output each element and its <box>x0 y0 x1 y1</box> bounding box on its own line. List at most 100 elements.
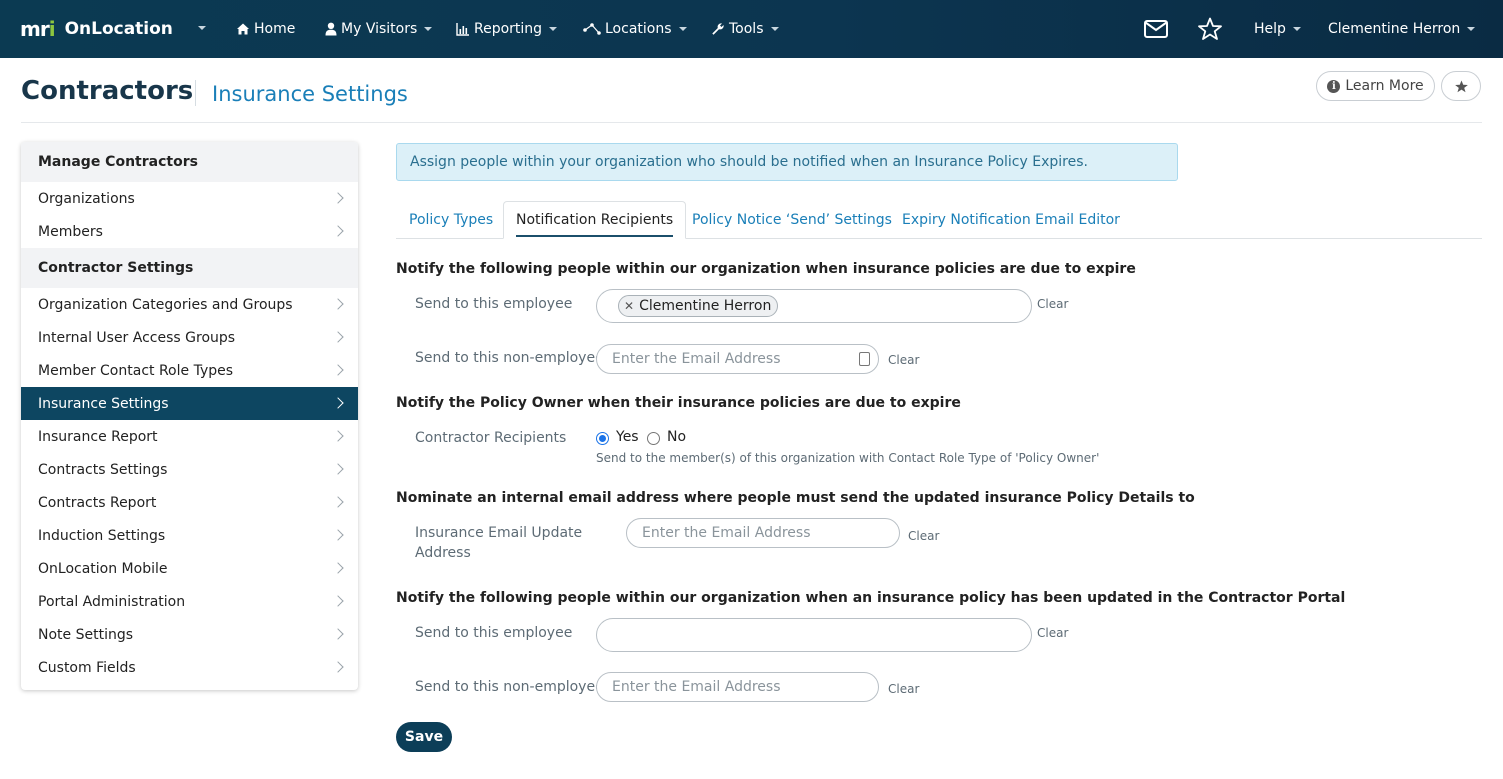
non-employee-email-input[interactable]: Enter the Email Address <box>596 344 879 374</box>
send-to-employee-label: Send to this employee <box>415 296 573 312</box>
nav-my-visitors[interactable]: My Visitors <box>325 19 433 39</box>
send-to-non-employee-label: Send to this non-employee <box>415 350 604 366</box>
radio-yes-label[interactable]: Yes <box>616 429 639 445</box>
sidebar: Manage Contractors Organizations Members… <box>21 142 358 690</box>
chevron-right-icon <box>332 298 344 310</box>
sidebar-item-members[interactable]: Members <box>21 215 358 248</box>
section-heading-expiry-employees: Notify the following people within our o… <box>396 261 1136 277</box>
sidebar-section-manage-contractors: Manage Contractors <box>21 142 358 182</box>
chevron-right-icon <box>332 562 344 574</box>
insurance-email-update-label: Insurance Email Update Address <box>415 525 583 561</box>
radio-yes[interactable] <box>596 432 609 445</box>
info-icon: i <box>1327 79 1341 93</box>
insurance-email-update-input[interactable]: Enter the Email Address <box>626 518 900 548</box>
sidebar-item-label: Insurance Report <box>38 428 158 445</box>
active-tab-indicator <box>516 235 674 237</box>
envelope-icon[interactable] <box>1143 17 1169 41</box>
chevron-right-icon <box>332 331 344 343</box>
favorite-button[interactable] <box>1441 71 1481 101</box>
home-icon <box>237 23 249 35</box>
nav-home[interactable]: Home <box>236 19 295 39</box>
nav-reporting[interactable]: Reporting <box>456 19 558 39</box>
section-heading-update-address: Nominate an internal email address where… <box>396 490 1195 506</box>
tab-notification-recipients[interactable]: Notification Recipients <box>503 201 687 239</box>
send-to-non-employee-label: Send to this non-employee <box>415 679 604 695</box>
sidebar-item-note-settings[interactable]: Note Settings <box>21 618 358 651</box>
tab-policy-types[interactable]: Policy Types <box>409 201 493 239</box>
nav-reporting-label: Reporting <box>474 21 543 37</box>
nav-locations-label: Locations <box>605 21 672 37</box>
chevron-right-icon <box>332 192 344 204</box>
bar-chart-icon <box>456 23 469 36</box>
radio-no-label[interactable]: No <box>667 429 686 445</box>
nav-locations[interactable]: Locations <box>583 19 687 39</box>
sidebar-section-contractor-settings: Contractor Settings <box>21 248 358 288</box>
clear-portal-employee-link[interactable]: Clear <box>1037 626 1068 640</box>
nav-help-label: Help <box>1254 21 1286 37</box>
employee-multiselect-input[interactable]: ✕ Clementine Herron <box>596 289 1032 323</box>
brand-caret-icon[interactable] <box>198 26 206 30</box>
remove-chip-icon[interactable]: ✕ <box>624 299 634 313</box>
clear-employee-link[interactable]: Clear <box>1037 297 1068 311</box>
nav-help[interactable]: Help <box>1254 19 1301 39</box>
contact-card-icon <box>859 352 870 366</box>
brand-name: OnLocation <box>64 19 173 39</box>
nav-home-label: Home <box>254 21 296 37</box>
policy-owner-hint: Send to the member(s) of this organizati… <box>596 451 1100 465</box>
sidebar-item-label: Internal User Access Groups <box>38 329 236 346</box>
sidebar-item-contracts-settings[interactable]: Contracts Settings <box>21 453 358 486</box>
radio-no[interactable] <box>647 432 660 445</box>
sidebar-item-onlocation-mobile[interactable]: OnLocation Mobile <box>21 552 358 585</box>
tab-expiry-notification-email-editor[interactable]: Expiry Notification Email Editor <box>902 201 1120 239</box>
chevron-down-icon <box>678 27 687 31</box>
star-icon[interactable] <box>1197 17 1223 41</box>
page-subtitle: Insurance Settings <box>212 82 408 106</box>
sidebar-item-portal-administration[interactable]: Portal Administration <box>21 585 358 618</box>
chip-label: Clementine Herron <box>639 298 772 314</box>
tab-label: Notification Recipients <box>516 212 674 228</box>
sidebar-item-internal-user-access-groups[interactable]: Internal User Access Groups <box>21 321 358 354</box>
sidebar-item-insurance-report[interactable]: Insurance Report <box>21 420 358 453</box>
sidebar-item-contracts-report[interactable]: Contracts Report <box>21 486 358 519</box>
clear-update-address-link[interactable]: Clear <box>908 529 939 543</box>
sidebar-item-label: Contracts Settings <box>38 461 168 478</box>
sidebar-item-organizations[interactable]: Organizations <box>21 182 358 215</box>
chevron-right-icon <box>332 225 344 237</box>
chevron-right-icon <box>332 529 344 541</box>
chevron-right-icon <box>332 463 344 475</box>
nav-tools[interactable]: Tools <box>711 19 779 39</box>
sidebar-item-member-contact-role-types[interactable]: Member Contact Role Types <box>21 354 358 387</box>
sidebar-item-label: Organizations <box>38 190 135 207</box>
sidebar-item-label: Portal Administration <box>38 593 186 610</box>
sidebar-item-label: Custom Fields <box>38 659 136 676</box>
user-icon <box>325 22 337 36</box>
user-name: Clementine Herron <box>1328 21 1461 37</box>
portal-non-employee-email-input[interactable]: Enter the Email Address <box>596 672 879 702</box>
portal-employee-multiselect-input[interactable] <box>596 618 1032 652</box>
clear-non-employee-link[interactable]: Clear <box>888 353 919 367</box>
sidebar-item-organization-categories[interactable]: Organization Categories and Groups <box>21 288 358 321</box>
brand-logo[interactable]: mri OnLocation <box>20 17 173 41</box>
chevron-down-icon <box>770 27 779 31</box>
chevron-right-icon <box>332 397 344 409</box>
sidebar-item-insurance-settings[interactable]: Insurance Settings <box>21 387 358 420</box>
tab-policy-notice-send-settings[interactable]: Policy Notice ‘Send’ Settings <box>692 201 892 239</box>
network-icon <box>583 23 601 35</box>
sidebar-item-custom-fields[interactable]: Custom Fields <box>21 651 358 684</box>
learn-more-label: Learn More <box>1345 78 1424 94</box>
title-divider <box>195 80 196 106</box>
chevron-down-icon <box>1467 27 1476 31</box>
selected-employee-chip[interactable]: ✕ Clementine Herron <box>618 295 779 317</box>
chevron-right-icon <box>332 430 344 442</box>
contractor-recipients-label: Contractor Recipients <box>415 430 567 446</box>
clear-portal-non-employee-link[interactable]: Clear <box>888 682 919 696</box>
send-to-employee-label: Send to this employee <box>415 625 573 641</box>
brand-mri-logo: mri <box>20 17 56 41</box>
save-button[interactable]: Save <box>396 722 452 752</box>
sidebar-item-induction-settings[interactable]: Induction Settings <box>21 519 358 552</box>
nav-user-menu[interactable]: Clementine Herron <box>1328 19 1476 39</box>
learn-more-button[interactable]: i Learn More <box>1316 71 1435 101</box>
sidebar-item-label: Note Settings <box>38 626 134 643</box>
sidebar-item-label: Induction Settings <box>38 527 166 544</box>
info-alert: Assign people within your organization w… <box>396 143 1178 181</box>
